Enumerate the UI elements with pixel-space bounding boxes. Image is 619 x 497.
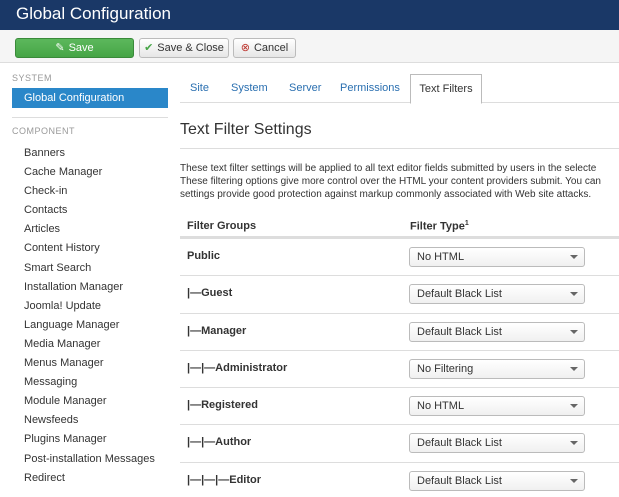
sidebar-item-installation-manager[interactable]: Installation Manager: [12, 278, 168, 297]
sidebar-item-articles[interactable]: Articles: [12, 220, 168, 239]
edit-icon: ✎: [55, 41, 65, 54]
cancel-button[interactable]: ⊗ Cancel: [233, 38, 296, 58]
sidebar-item-global-configuration[interactable]: Global Configuration: [12, 88, 168, 108]
table-row: |—|—|—Editor Default Black List: [180, 461, 619, 497]
tab-server[interactable]: Server: [289, 82, 321, 94]
sidebar-item-contacts[interactable]: Contacts: [12, 201, 168, 220]
sidebar-item-messaging[interactable]: Messaging: [12, 373, 168, 392]
filter-type-select[interactable]: No Filtering: [409, 358, 585, 379]
sidebar-item-joomla-update[interactable]: Joomla! Update: [12, 297, 168, 316]
sidebar-item-module-manager[interactable]: Module Manager: [12, 392, 168, 411]
table-row: Public No HTML: [180, 238, 619, 275]
sidebar-item-cache-manager[interactable]: Cache Manager: [12, 163, 168, 182]
table-row: |—Registered No HTML: [180, 387, 619, 424]
filter-group-name: |—Manager: [187, 324, 247, 337]
filter-type-select[interactable]: Default Black List: [409, 321, 585, 342]
section-divider: [180, 148, 619, 149]
sidebar-item-banners[interactable]: Banners: [12, 144, 168, 163]
filter-type-select[interactable]: No HTML: [409, 247, 585, 267]
save-close-button[interactable]: ✔ Save & Close: [139, 38, 229, 58]
filter-type-value: Default Black List: [417, 288, 502, 301]
description-line: These filtering options give more contro…: [180, 176, 601, 187]
table-row: |—Guest Default Black List: [180, 275, 619, 312]
sidebar-item-check-in[interactable]: Check-in: [12, 182, 168, 201]
filter-type-value: Default Black List: [417, 474, 502, 487]
filter-type-value: No HTML: [417, 251, 465, 263]
table-row: |—|—Author Default Black List: [180, 424, 619, 461]
sidebar-item-menus-manager[interactable]: Menus Manager: [12, 354, 168, 373]
chevron-down-icon: [570, 255, 578, 259]
chevron-down-icon: [570, 329, 578, 334]
sidebar: SYSTEM Global Configuration COMPONENT Ba…: [12, 73, 168, 488]
sidebar-item-post-installation-messages[interactable]: Post-installation Messages: [12, 450, 168, 469]
sidebar-divider: [12, 117, 168, 118]
tab-text-filters[interactable]: Text Filters: [410, 74, 482, 104]
filter-group-name: |—|—Author: [187, 436, 252, 449]
sidebar-item-content-history[interactable]: Content History: [12, 239, 168, 258]
page-title: Global Configuration: [16, 4, 171, 23]
table-row: |—|—Administrator No Filtering: [180, 349, 619, 387]
chevron-down-icon: [570, 404, 578, 409]
sidebar-item-redirect[interactable]: Redirect: [12, 469, 168, 488]
toolbar: ✎ Save ✔ Save & Close ⊗ Cancel: [0, 30, 619, 63]
description-line: These text filter settings will be appli…: [180, 163, 597, 174]
save-close-button-label: Save & Close: [157, 42, 224, 54]
save-button-label: Save: [68, 42, 94, 54]
sidebar-item-plugins-manager[interactable]: Plugins Manager: [12, 430, 168, 449]
chevron-down-icon: [570, 366, 578, 371]
filters-table: Filter Groups Filter Type1 Public No HTM…: [180, 210, 619, 497]
check-icon: ✔: [144, 41, 154, 54]
column-header-filter-groups: Filter Groups: [187, 220, 257, 232]
filter-group-name: |—|—Administrator: [187, 361, 288, 374]
description: These text filter settings will be appli…: [180, 162, 619, 201]
filter-group-name: Public: [187, 250, 221, 262]
tab-permissions[interactable]: Permissions: [340, 82, 400, 94]
filter-type-select[interactable]: No HTML: [409, 396, 585, 417]
filter-type-label: Filter Type: [410, 220, 465, 233]
filter-type-value: Default Black List: [417, 325, 502, 338]
tab-site[interactable]: Site: [190, 82, 209, 94]
filter-group-name: |—Guest: [187, 287, 233, 300]
table-row: |—Manager Default Black List: [180, 312, 619, 350]
filter-type-value: No HTML: [417, 400, 465, 413]
filter-type-select[interactable]: Default Black List: [409, 433, 585, 454]
filter-type-value: No Filtering: [417, 362, 474, 375]
footnote-marker: 1: [464, 220, 469, 227]
filter-group-name: |—|—|—Editor: [187, 473, 262, 486]
sidebar-item-smart-search[interactable]: Smart Search: [12, 259, 168, 278]
sidebar-heading-system: SYSTEM: [12, 73, 53, 83]
config-tabs: Site System Server Permissions Text Filt…: [180, 73, 619, 104]
filter-group-name: |—Registered: [187, 399, 258, 412]
sidebar-item-newsfeeds[interactable]: Newsfeeds: [12, 411, 168, 430]
description-line: settings provide good protection against…: [180, 189, 592, 200]
sidebar-item-language-manager[interactable]: Language Manager: [12, 316, 168, 335]
cancel-button-label: Cancel: [253, 42, 289, 54]
sidebar-item-media-manager[interactable]: Media Manager: [12, 335, 168, 354]
column-header-filter-type: Filter Type1: [410, 220, 469, 233]
cancel-icon: ⊗: [240, 41, 250, 54]
section-title: Text Filter Settings: [180, 121, 312, 138]
filter-type-select[interactable]: Default Black List: [409, 470, 585, 491]
header-bar: Global Configuration: [0, 0, 619, 30]
filter-type-select[interactable]: Default Black List: [409, 284, 585, 305]
chevron-down-icon: [570, 478, 578, 483]
save-button[interactable]: ✎ Save: [15, 38, 134, 58]
filter-type-value: Default Black List: [417, 437, 502, 450]
chevron-down-icon: [570, 292, 578, 297]
table-header: Filter Groups Filter Type1: [180, 210, 619, 238]
sidebar-heading-component: COMPONENT: [12, 126, 75, 136]
chevron-down-icon: [570, 441, 578, 446]
tab-system[interactable]: System: [231, 82, 268, 94]
